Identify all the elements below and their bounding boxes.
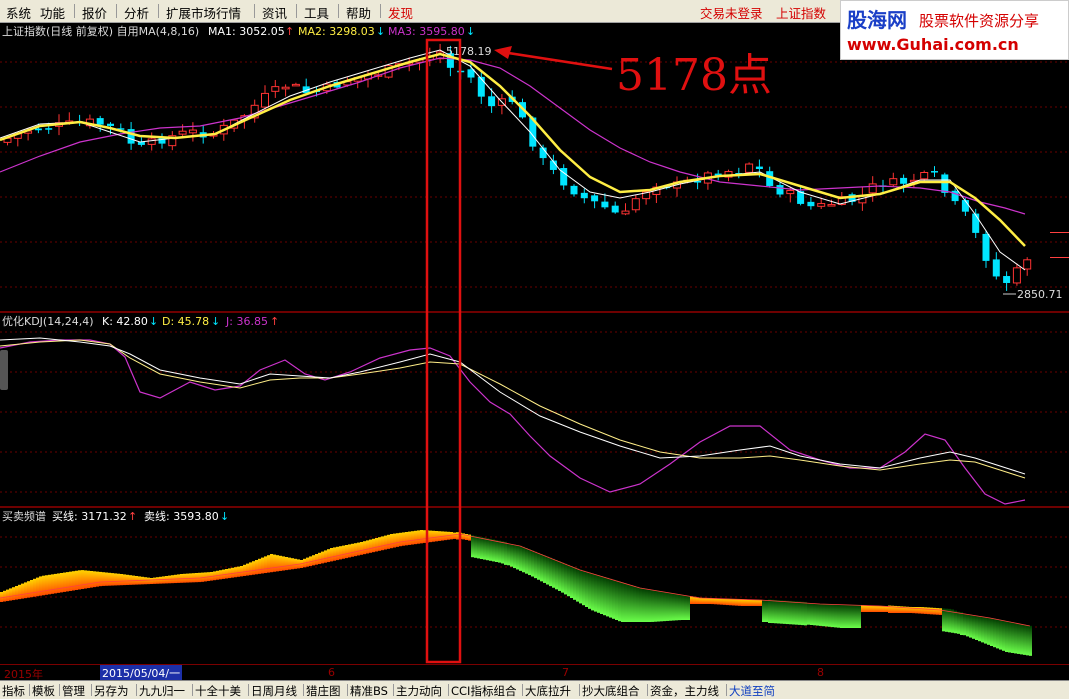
kdj-j-label: J: 36.85: [225, 315, 268, 328]
kdj-k-label: K: 42.80: [102, 315, 148, 328]
login-status[interactable]: 交易未登录: [700, 3, 763, 22]
kdj-d-label: D: 45.78: [162, 315, 209, 328]
price-panel: 上证指数(日线 前复权) 自用MA(4,8,16) MA1: 3052.05 ↑…: [0, 24, 1069, 301]
menu-news[interactable]: 资讯: [262, 3, 287, 22]
spectrum-panel-title: 买卖频谱: [2, 509, 46, 523]
menu-function[interactable]: 功能: [40, 3, 65, 22]
menu-help[interactable]: 帮助: [346, 3, 371, 22]
ma1-line: [0, 49, 1026, 271]
current-index-label[interactable]: 上证指数: [776, 3, 826, 22]
menu-extended-market[interactable]: 扩展市场行情: [166, 3, 241, 22]
arrow-head-icon: [494, 46, 512, 59]
spectrum-buy-label: 买线: 3171.32: [52, 509, 127, 523]
indicator-tab-5[interactable]: 十全十美: [195, 683, 241, 699]
spectrum-panel: 买卖频谱 买线: 3171.32 ↑ 卖线: 3593.80 ↓: [0, 509, 1069, 656]
kdj-k-line: [0, 337, 1026, 475]
kdj-panel-title: 优化KDJ(14,24,4): [2, 314, 94, 328]
spectrum-sell-label: 卖线: 3593.80: [144, 509, 219, 523]
svg-text:↓: ↓: [376, 25, 385, 38]
low-price-label: 2850.71: [1017, 288, 1063, 301]
indicator-tab-14[interactable]: 大道至简: [729, 683, 775, 699]
price-grid: [0, 61, 1069, 288]
svg-text:↑: ↑: [128, 510, 137, 523]
svg-text:↓: ↓: [220, 510, 229, 523]
indicator-tab-2[interactable]: 管理: [62, 683, 85, 699]
kdj-d-line: [0, 339, 1026, 479]
indicator-tab-9[interactable]: 主力动向: [396, 683, 442, 699]
indicator-tab-8[interactable]: 精准BS: [350, 683, 388, 699]
ma2-line: [0, 52, 1026, 247]
indicator-tab-11[interactable]: 大底拉升: [525, 683, 571, 699]
indicator-tab-13[interactable]: 资金，主力线: [650, 683, 719, 699]
date-axis: 2015年 2015/05/04/一 6 7 8: [0, 664, 1069, 681]
svg-text:↓: ↓: [466, 25, 475, 38]
ma3-label: MA3: 3595.80: [388, 25, 465, 38]
indicator-tab-0[interactable]: 指标: [2, 683, 25, 699]
annotation-arrow: [501, 50, 613, 71]
peak-annotation: 5178点: [616, 50, 772, 101]
cursor-date: 2015/05/04/一: [100, 665, 182, 680]
svg-text:↓: ↓: [211, 315, 220, 328]
date-axis-month-7: 7: [562, 666, 569, 679]
ma1-label: MA1: 3052.05: [208, 25, 285, 38]
spectrum-bands: [0, 530, 1032, 656]
price-panel-title: 上证指数(日线 前复权) 自用MA(4,8,16): [2, 24, 199, 38]
svg-text:↑: ↑: [285, 25, 294, 38]
indicator-tab-12[interactable]: 抄大底组合: [582, 683, 640, 699]
menu-analysis[interactable]: 分析: [124, 3, 149, 22]
menu-discover[interactable]: 发现: [388, 3, 413, 22]
indicator-tab-6[interactable]: 日周月线: [251, 683, 297, 699]
ma2-label: MA2: 3298.03: [298, 25, 375, 38]
indicator-tab-3[interactable]: 另存为: [94, 683, 129, 699]
menu-quote[interactable]: 报价: [82, 3, 107, 22]
svg-text:↑: ↑: [270, 315, 279, 328]
stock-chart[interactable]: 上证指数(日线 前复权) 自用MA(4,8,16) MA1: 3052.05 ↑…: [0, 22, 1069, 664]
menu-tools[interactable]: 工具: [304, 3, 329, 22]
indicator-tab-1[interactable]: 模板: [32, 683, 55, 699]
peak-highlight-box: [425, 38, 462, 664]
indicator-tab-7[interactable]: 猎庄图: [306, 683, 341, 699]
indicator-tab-4[interactable]: 九九归一: [139, 683, 185, 699]
candlesticks: [3, 43, 1032, 291]
left-scroll-handle[interactable]: [0, 350, 8, 390]
kdj-j-line: [0, 339, 1026, 505]
indicator-tab-10[interactable]: CCI指标组合: [451, 683, 516, 699]
svg-text:↓: ↓: [149, 315, 158, 328]
menu-system[interactable]: 系统: [6, 3, 31, 22]
kdj-panel: 优化KDJ(14,24,4) K: 42.80 ↓ D: 45.78 ↓ J: …: [0, 314, 1069, 505]
date-axis-month-6: 6: [328, 666, 335, 679]
peak-price-label: 5178.19: [446, 45, 492, 58]
date-axis-month-8: 8: [817, 666, 824, 679]
kdj-grid: [0, 331, 1069, 493]
indicator-tabs: 指标 模板 管理 另存为 九九归一 十全十美 日周月线 猎庄图 精准BS 主力动向 CCI指标组合大…: [0, 680, 1069, 699]
